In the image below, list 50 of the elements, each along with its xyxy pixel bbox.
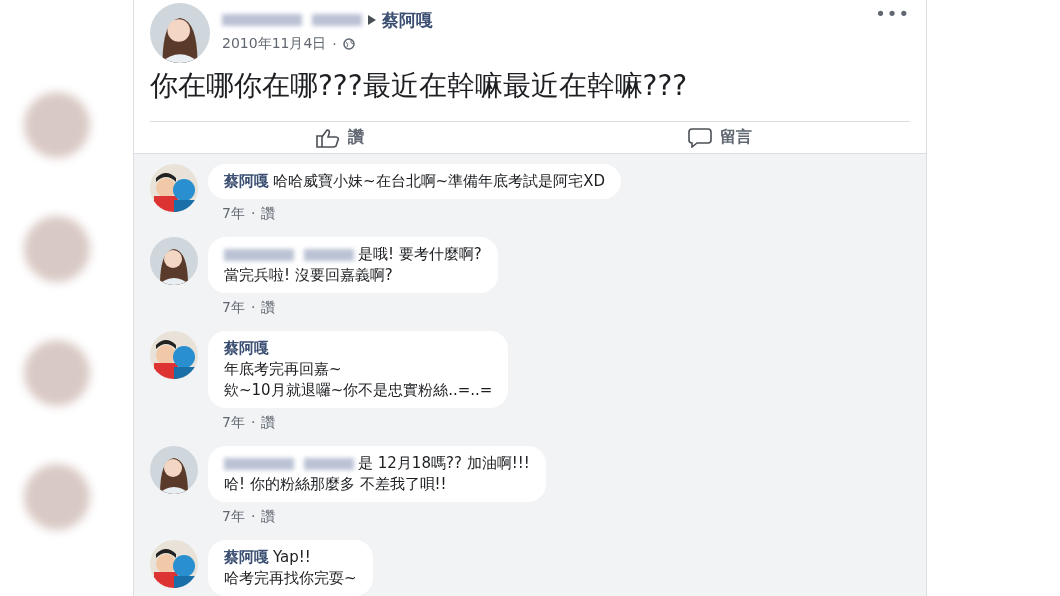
comment-button[interactable]: 留言	[530, 122, 910, 153]
like-link[interactable]: 讚	[261, 299, 276, 317]
separator: ·	[250, 508, 256, 526]
post-text: 你在哪你在哪???最近在幹嘛最近在幹嘛???	[149, 68, 689, 104]
like-link[interactable]: 讚	[261, 205, 276, 223]
thumbs-up-icon	[316, 127, 340, 148]
comment-text: 是 12月18嗎?? 加油啊!!!	[358, 453, 530, 474]
comment-text: 年底考完再回嘉~	[224, 359, 342, 380]
like-link[interactable]: 讚	[261, 414, 276, 432]
more-button[interactable]: •••	[875, 3, 910, 63]
separator: ·	[250, 205, 256, 223]
blurred-circle	[24, 464, 90, 530]
like-button[interactable]: 讚	[150, 122, 530, 153]
comment-text: Yap!!	[273, 547, 311, 568]
blurred-name	[224, 457, 294, 470]
comment-author[interactable]: 蔡阿嘎	[224, 547, 269, 568]
comment-time: 7年	[222, 299, 245, 317]
comment-text: 當完兵啦! 沒要回嘉義啊?	[224, 265, 393, 286]
avatar[interactable]	[150, 446, 198, 494]
blurred-circle	[24, 340, 90, 406]
separator: ·	[250, 299, 256, 317]
comment-text: 欸~10月就退囉~你不是忠實粉絲..=..=	[224, 380, 493, 401]
triangle-icon	[368, 15, 376, 25]
comment-text: 哈考完再找你完耍~	[224, 568, 357, 589]
comment-time: 7年	[222, 205, 245, 223]
blurred-name	[224, 248, 294, 261]
post-author[interactable]: 蔡阿嘎	[382, 8, 433, 32]
post-date: 2010年11月4日	[222, 35, 327, 53]
avatar[interactable]	[150, 331, 198, 379]
blurred-name	[304, 457, 354, 470]
comment-author[interactable]: 蔡阿嘎	[224, 338, 269, 359]
comment-time: 7年	[222, 414, 245, 432]
avatar[interactable]	[150, 164, 198, 212]
globe-icon	[342, 38, 355, 50]
blurred-circle	[24, 216, 90, 282]
like-link[interactable]: 讚	[261, 508, 276, 526]
comment-author[interactable]: 蔡阿嘎	[224, 171, 269, 192]
comment-text: 哈! 你的粉絲那麼多 不差我了唄!!	[224, 474, 447, 495]
blurred-circle	[24, 92, 90, 158]
comment-text: 是哦! 要考什麼啊?	[358, 244, 482, 265]
avatar[interactable]	[150, 540, 198, 588]
avatar[interactable]	[150, 237, 198, 285]
separator: ·	[250, 414, 256, 432]
avatar[interactable]	[150, 3, 210, 63]
comment-text: 哈哈威寶小妹~在台北啊~準備年底考試是阿宅XD	[273, 171, 605, 192]
comment-time: 7年	[222, 508, 245, 526]
blurred-name	[312, 14, 362, 26]
blurred-name	[304, 248, 354, 261]
separator: ·	[332, 36, 337, 52]
speech-bubble-icon	[688, 127, 712, 148]
